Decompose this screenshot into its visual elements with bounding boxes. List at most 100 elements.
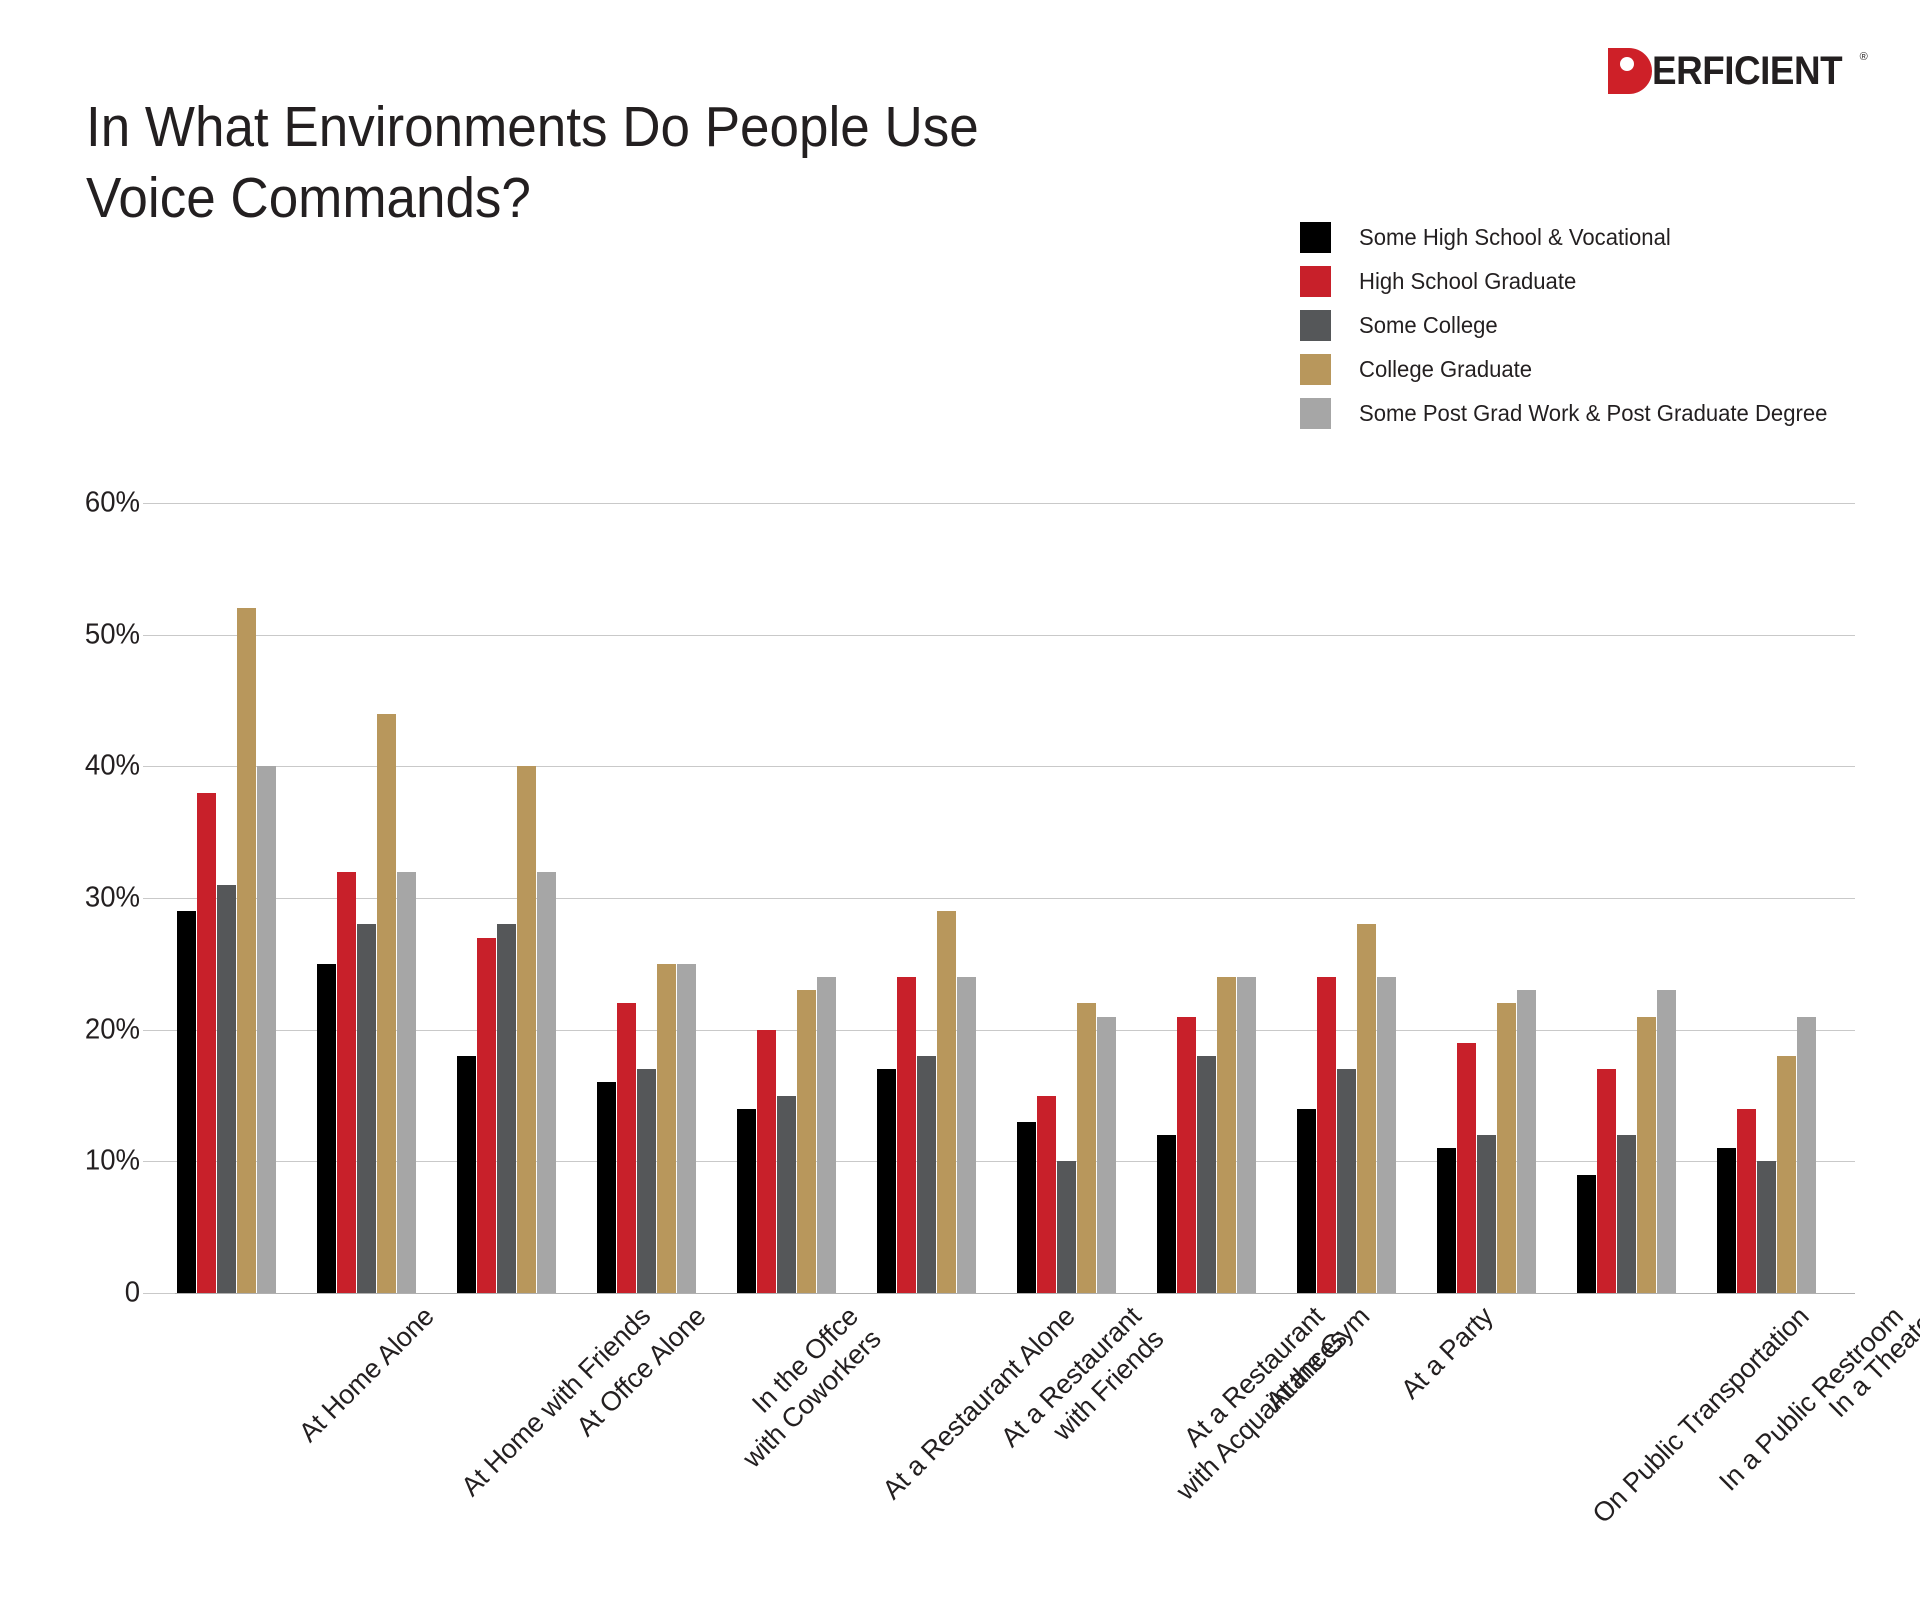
y-axis-tick (143, 1029, 175, 1031)
y-axis-tick-label: 20% (84, 1013, 140, 1046)
bar[interactable] (1297, 1108, 1316, 1293)
bar[interactable] (257, 766, 276, 1293)
bar[interactable] (897, 977, 916, 1293)
legend-item-label: College Graduate (1359, 355, 1533, 382)
bar[interactable] (1577, 1174, 1596, 1293)
bar[interactable] (1317, 977, 1336, 1293)
bar[interactable] (597, 1082, 616, 1293)
bar[interactable] (677, 963, 696, 1293)
bar[interactable] (797, 990, 816, 1293)
bar[interactable] (357, 924, 376, 1293)
bar-group (1157, 503, 1257, 1293)
perficient-p-mark (1608, 48, 1652, 94)
bar-group (877, 503, 977, 1293)
bar-group (317, 503, 417, 1293)
bar[interactable] (1037, 1095, 1056, 1293)
bar[interactable] (1737, 1108, 1756, 1293)
bar[interactable] (1597, 1069, 1616, 1293)
bar[interactable] (317, 963, 336, 1293)
legend-item[interactable]: High School Graduate (1300, 259, 1860, 303)
bar[interactable] (1077, 1003, 1096, 1293)
bar[interactable] (537, 871, 556, 1293)
logo-registered-mark: ® (1859, 51, 1868, 63)
bar[interactable] (1357, 924, 1376, 1293)
logo-p-outer-shape (1608, 48, 1652, 94)
bar[interactable] (1457, 1042, 1476, 1293)
bar[interactable] (1517, 990, 1536, 1293)
bar[interactable] (937, 911, 956, 1293)
bar[interactable] (1157, 1135, 1176, 1293)
legend-swatch (1300, 265, 1331, 297)
bar[interactable] (1217, 977, 1236, 1293)
bar[interactable] (1437, 1148, 1456, 1293)
bar[interactable] (1177, 1016, 1196, 1293)
y-axis-tick (143, 1293, 175, 1294)
bar[interactable] (637, 1069, 656, 1293)
bar[interactable] (1657, 990, 1676, 1293)
chart-legend: Some High School & Vocational High School… (1300, 215, 1860, 435)
bar[interactable] (397, 871, 416, 1293)
bar[interactable] (237, 608, 256, 1293)
legend-item[interactable]: Some College (1300, 303, 1860, 347)
bar[interactable] (1797, 1016, 1816, 1293)
bar[interactable] (617, 1003, 636, 1293)
bar[interactable] (517, 766, 536, 1293)
bar[interactable] (957, 977, 976, 1293)
y-axis-tick (143, 766, 175, 768)
legend-item-label: Some College (1359, 311, 1498, 338)
bar[interactable] (817, 977, 836, 1293)
bar-group (737, 503, 837, 1293)
legend-swatch (1300, 397, 1331, 429)
x-axis-label: At a Restaurant with Friends (995, 1301, 1170, 1453)
bar[interactable] (1757, 1161, 1776, 1293)
x-axis-label: At a Party (1395, 1301, 1499, 1405)
bar[interactable] (197, 792, 216, 1293)
legend-item[interactable]: College Graduate (1300, 347, 1860, 391)
x-axis-label: At Home Alone (292, 1301, 440, 1448)
bar-group (1297, 503, 1397, 1293)
legend-swatch (1300, 353, 1331, 385)
logo-wordmark: ERFICIENT (1652, 49, 1843, 93)
bar[interactable] (777, 1095, 796, 1293)
bar[interactable] (1477, 1135, 1496, 1293)
bar[interactable] (1197, 1056, 1216, 1293)
y-axis-tick (143, 503, 175, 504)
legend-item[interactable]: Some High School & Vocational (1300, 215, 1860, 259)
bar[interactable] (1617, 1135, 1636, 1293)
bar[interactable] (877, 1069, 896, 1293)
bar[interactable] (457, 1056, 476, 1293)
bar[interactable] (217, 884, 236, 1293)
y-axis-tick-label: 40% (84, 749, 140, 782)
legend-swatch (1300, 309, 1331, 341)
bar[interactable] (477, 937, 496, 1293)
bar[interactable] (757, 1029, 776, 1293)
x-axis-label: In the Offce with Coworkers (736, 1301, 887, 1474)
legend-swatch (1300, 221, 1331, 253)
y-axis-tick-label: 0 (124, 1276, 140, 1309)
bar[interactable] (1237, 977, 1256, 1293)
bar[interactable] (1057, 1161, 1076, 1293)
bar[interactable] (177, 911, 196, 1293)
bar[interactable] (377, 713, 396, 1293)
bar[interactable] (1637, 1016, 1656, 1293)
bar-group (177, 503, 277, 1293)
bar[interactable] (497, 924, 516, 1293)
bar-group (1017, 503, 1117, 1293)
bar[interactable] (1337, 1069, 1356, 1293)
legend-item[interactable]: Some Post Grad Work & Post Graduate Degr… (1300, 391, 1860, 435)
y-axis-tick-label: 50% (84, 618, 140, 651)
bar[interactable] (1777, 1056, 1796, 1293)
bar[interactable] (917, 1056, 936, 1293)
page-title: In What Environments Do People Use Voice… (86, 95, 979, 231)
bar[interactable] (1017, 1121, 1036, 1293)
bar[interactable] (737, 1108, 756, 1293)
bar[interactable] (1717, 1148, 1736, 1293)
bar[interactable] (1377, 977, 1396, 1293)
bar-group (457, 503, 557, 1293)
bar[interactable] (1497, 1003, 1516, 1293)
bar[interactable] (337, 871, 356, 1293)
legend-item-label: Some Post Grad Work & Post Graduate Degr… (1359, 399, 1828, 426)
legend-item-label: Some High School & Vocational (1359, 223, 1671, 250)
bar[interactable] (1097, 1016, 1116, 1293)
bar[interactable] (657, 963, 676, 1293)
